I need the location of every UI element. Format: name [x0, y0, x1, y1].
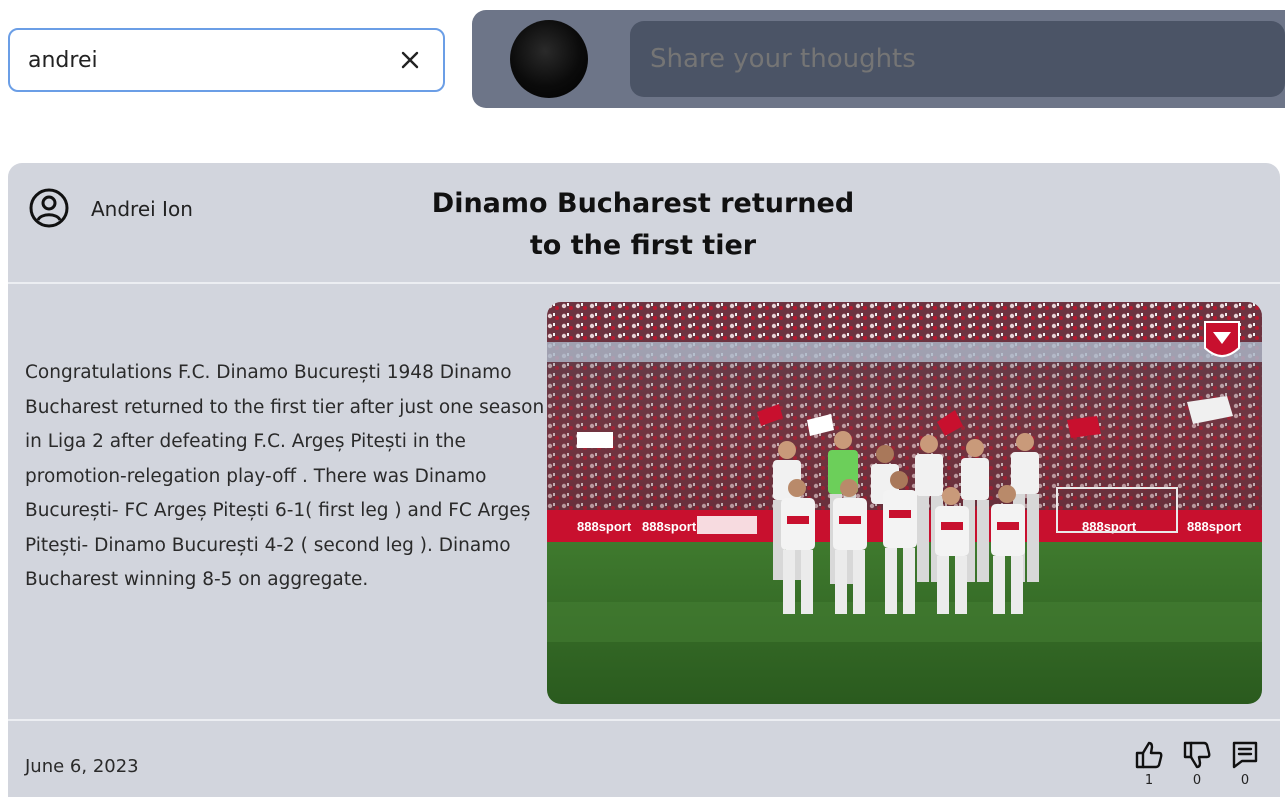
comment-icon	[1232, 741, 1258, 769]
post-footer: June 6, 2023 1 0 0	[8, 723, 1280, 797]
post-body: Congratulations F.C. Dinamo București 19…	[8, 284, 1280, 721]
post-composer	[472, 10, 1285, 108]
user-avatar[interactable]	[510, 20, 588, 98]
post-title-line-1: Dinamo Bucharest returned	[431, 188, 855, 219]
thumbs-up-icon	[1135, 741, 1163, 769]
post-image[interactable]: 888sport 888sport 888sport 888sport	[547, 302, 1262, 704]
comment-button[interactable]: 0	[1225, 739, 1265, 788]
search-input[interactable]	[28, 47, 395, 73]
post-header: Andrei Ion Dinamo Bucharest returned to …	[8, 163, 1280, 284]
author-name[interactable]: Andrei Ion	[91, 197, 193, 221]
post-title: Dinamo Bucharest returned to the first t…	[428, 183, 858, 267]
thumbs-down-icon	[1183, 741, 1211, 769]
search-box	[8, 28, 445, 92]
like-button[interactable]: 1	[1129, 739, 1169, 788]
user-circle-icon[interactable]	[28, 187, 70, 229]
share-thoughts-input[interactable]	[630, 21, 1285, 97]
post-card: Andrei Ion Dinamo Bucharest returned to …	[8, 163, 1280, 797]
comment-count: 0	[1240, 773, 1250, 788]
dislike-count: 0	[1192, 773, 1202, 788]
ad-board-text: 888sport	[577, 519, 632, 534]
ad-board-text: 888sport	[642, 519, 697, 534]
close-icon	[401, 51, 419, 69]
ad-board-text: 888sport	[1187, 519, 1242, 534]
post-date: June 6, 2023	[25, 756, 139, 777]
like-count: 1	[1144, 773, 1154, 788]
post-title-line-2: to the first tier	[529, 230, 757, 261]
clear-search-button[interactable]	[395, 45, 425, 75]
post-text: Congratulations F.C. Dinamo București 19…	[25, 362, 545, 590]
dislike-button[interactable]: 0	[1177, 739, 1217, 788]
team-photo: 888sport 888sport 888sport 888sport	[547, 302, 1262, 704]
